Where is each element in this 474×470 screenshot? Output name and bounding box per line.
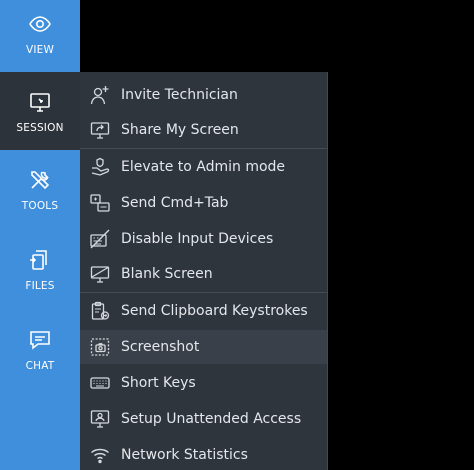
menu-item-label: Blank Screen bbox=[121, 266, 213, 282]
menu-item-send-cmd-tab[interactable]: Send Cmd+Tab bbox=[80, 186, 327, 220]
menu-item-label: Disable Input Devices bbox=[121, 231, 274, 247]
menu-item-label: Share My Screen bbox=[121, 122, 239, 138]
menu-item-label: Screenshot bbox=[121, 339, 200, 355]
toolbar-files-button[interactable]: FILES bbox=[0, 236, 80, 314]
eye-icon bbox=[29, 16, 51, 32]
blank-screen-icon bbox=[90, 266, 110, 283]
toolbar-tools-label: TOOLS bbox=[21, 200, 59, 212]
menu-item-network-statistics[interactable]: Network Statistics bbox=[80, 438, 327, 470]
chat-icon bbox=[30, 331, 50, 350]
screenshot-icon bbox=[90, 338, 110, 356]
menu-item-label: Send Cmd+Tab bbox=[121, 195, 229, 211]
menu-item-label: Invite Technician bbox=[121, 87, 238, 103]
files-icon bbox=[30, 250, 47, 270]
menu-item-screenshot[interactable]: Screenshot bbox=[80, 330, 327, 364]
unattended-access-icon bbox=[90, 410, 110, 428]
menu-item-label: Setup Unattended Access bbox=[121, 411, 302, 427]
admin-icon bbox=[91, 157, 110, 176]
wifi-icon bbox=[91, 448, 109, 464]
toolbar-chat-label: CHAT bbox=[25, 360, 55, 372]
menu-item-blank-screen[interactable]: Blank Screen bbox=[80, 257, 327, 291]
session-menu: Invite Technician Share My Screen Elevat… bbox=[80, 72, 328, 470]
menu-item-disable-input-devices[interactable]: Disable Input Devices bbox=[80, 222, 327, 256]
menu-item-label: Send Clipboard Keystrokes bbox=[121, 303, 308, 319]
menu-item-label: Short Keys bbox=[121, 375, 196, 391]
cmd-tab-icon bbox=[90, 194, 110, 212]
menu-item-setup-unattended-access[interactable]: Setup Unattended Access bbox=[80, 402, 327, 436]
toolbar-chat-button[interactable]: CHAT bbox=[0, 316, 80, 394]
menu-item-invite-technician[interactable]: Invite Technician bbox=[80, 78, 327, 112]
menu-item-send-clipboard-keystrokes[interactable]: Send Clipboard Keystrokes bbox=[80, 294, 327, 328]
session-toolbar: VIEW SESSION TOOLS FILES CHAT bbox=[0, 0, 80, 470]
toolbar-files-label: FILES bbox=[25, 280, 55, 292]
monitor-icon bbox=[30, 93, 50, 112]
menu-separator bbox=[80, 292, 327, 293]
menu-separator bbox=[80, 148, 327, 149]
menu-item-share-my-screen[interactable]: Share My Screen bbox=[80, 113, 327, 147]
tools-icon bbox=[31, 171, 50, 190]
disable-input-icon bbox=[90, 229, 110, 249]
share-screen-icon bbox=[90, 122, 110, 139]
toolbar-session-button[interactable]: SESSION bbox=[0, 72, 80, 150]
menu-item-short-keys[interactable]: Short Keys bbox=[80, 366, 327, 400]
clipboard-icon bbox=[91, 301, 110, 320]
menu-item-elevate-admin[interactable]: Elevate to Admin mode bbox=[80, 150, 327, 184]
keyboard-icon bbox=[90, 377, 110, 389]
toolbar-view-label: VIEW bbox=[25, 44, 55, 56]
toolbar-view-button[interactable]: VIEW bbox=[0, 0, 80, 78]
menu-item-label: Elevate to Admin mode bbox=[121, 159, 286, 175]
toolbar-session-label: SESSION bbox=[16, 122, 64, 134]
remote-session-window: VIEW SESSION TOOLS FILES CHAT Invite Tec… bbox=[0, 0, 474, 470]
toolbar-tools-button[interactable]: TOOLS bbox=[0, 156, 80, 234]
menu-item-label: Network Statistics bbox=[121, 447, 248, 463]
add-user-icon bbox=[90, 86, 109, 105]
